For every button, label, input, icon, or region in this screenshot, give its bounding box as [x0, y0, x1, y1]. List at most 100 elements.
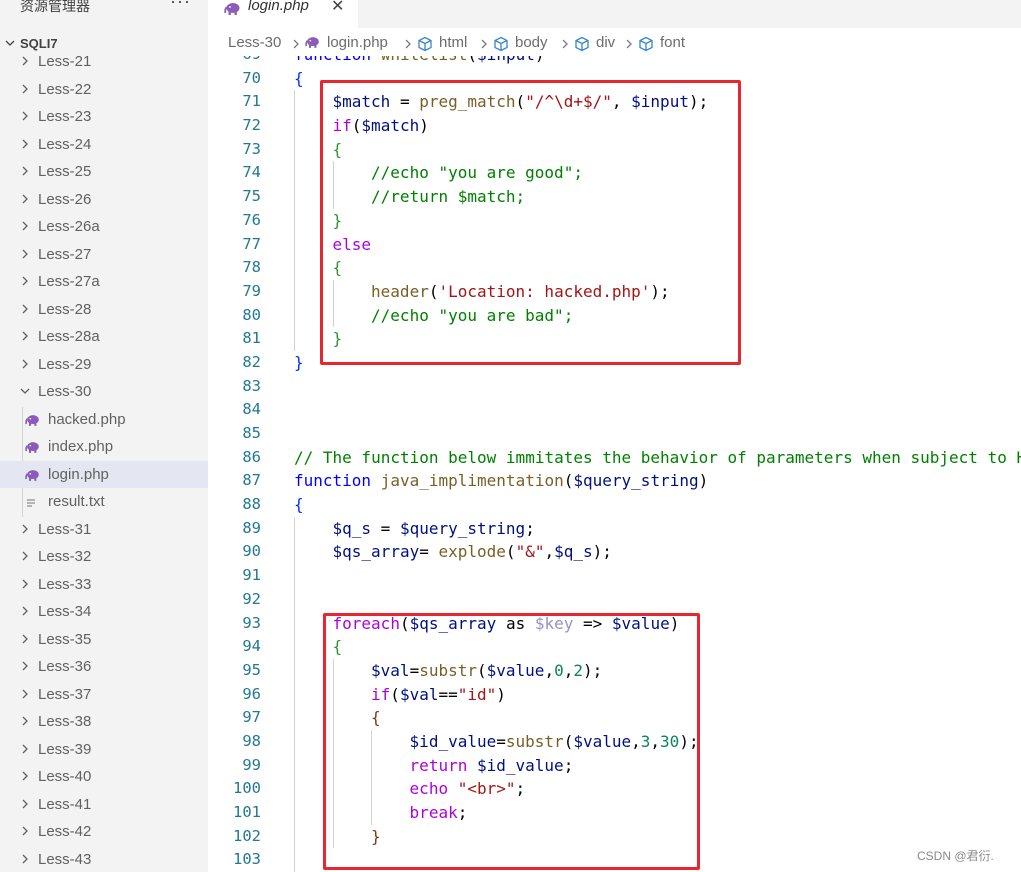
tree-item-label: Less-38	[38, 713, 92, 730]
tree-folder-less-33[interactable]: Less-33	[0, 571, 208, 599]
tree-folder-less-26a[interactable]: Less-26a	[0, 213, 208, 241]
tree-folder-less-41[interactable]: Less-41	[0, 791, 208, 819]
indent-guide	[294, 208, 295, 233]
breadcrumb-item-body[interactable]: body	[515, 34, 548, 51]
tree-folder-less-39[interactable]: Less-39	[0, 736, 208, 764]
tree-item-label: Less-42	[38, 823, 92, 840]
indent-guide	[294, 753, 295, 778]
chevron-right-icon	[22, 661, 28, 671]
tree-folder-less-27a[interactable]: Less-27a	[0, 268, 208, 296]
tab-login-php[interactable]: login.php ✕	[208, 0, 358, 28]
line-number: 101	[233, 803, 261, 821]
tree-item-label: Less-37	[38, 685, 92, 703]
tree-item-label: Less-36	[38, 658, 92, 675]
code-token: $query_string	[399, 518, 526, 538]
indent-guide	[294, 185, 295, 209]
code-line[interactable]: 86 // The function below immitates the be…	[208, 446, 1021, 470]
tree-folder-less-25[interactable]: Less-25	[0, 158, 208, 186]
code-line[interactable]: 89 $q_s = $query_string;	[208, 516, 1021, 541]
chevron-right-icon	[626, 39, 632, 49]
code-line[interactable]: 85	[208, 422, 1021, 446]
tree-folder-less-34[interactable]: Less-34	[0, 598, 208, 626]
code-line[interactable]: 87 function java_implimentation($query_st…	[208, 469, 1021, 493]
code-line[interactable]: 91	[208, 564, 1021, 588]
tree-folder-less-32[interactable]: Less-32	[0, 543, 208, 571]
tree-folder-less-21[interactable]: Less-21	[0, 48, 208, 76]
breadcrumb-item-font[interactable]: font	[660, 34, 685, 51]
php-elephant-icon	[305, 37, 319, 48]
code-token: }	[294, 352, 304, 372]
tree-item-label: Less-34	[38, 603, 92, 620]
tree-folder-less-24[interactable]: Less-24	[0, 131, 208, 159]
chevron-right-icon	[22, 579, 28, 588]
code-text: // The function below immitates the beha…	[294, 448, 1021, 467]
line-number: 95	[242, 660, 261, 679]
indent-guide	[294, 706, 295, 730]
tree-item-label: Less-26a	[38, 218, 100, 235]
code-line[interactable]: 88 {	[208, 493, 1021, 517]
tree-folder-less-31[interactable]: Less-31	[0, 516, 208, 544]
tree-folder-less-26[interactable]: Less-26	[0, 186, 208, 214]
tree-folder-less-23[interactable]: Less-23	[0, 103, 208, 131]
tree-file-login-php[interactable]: login.php	[0, 460, 208, 488]
line-number: 90	[242, 542, 261, 561]
code-token: "&"	[515, 542, 545, 562]
breadcrumb-item-login-php[interactable]: login.php	[327, 34, 388, 51]
chevron-right-icon	[22, 771, 28, 781]
tree-folder-less-42[interactable]: Less-42	[0, 818, 208, 846]
line-number: 77	[242, 234, 261, 253]
indent-guide	[294, 279, 295, 304]
close-icon[interactable]: ✕	[331, 0, 344, 16]
tree-folder-less-29[interactable]: Less-29	[0, 351, 208, 379]
chevron-right-icon	[562, 39, 568, 49]
tree-file-hacked-php[interactable]: hacked.php	[0, 406, 208, 434]
tree-folder-less-28a[interactable]: Less-28a	[0, 323, 208, 351]
chevron-right-icon	[22, 854, 28, 863]
breadcrumb-item-div[interactable]: div	[596, 34, 615, 51]
indent-guide	[294, 658, 295, 683]
tree-folder-less-43[interactable]: Less-43	[0, 846, 208, 872]
chevron-right-icon	[22, 304, 28, 313]
indent-guide	[294, 587, 295, 612]
tree-folder-less-40[interactable]: Less-40	[0, 763, 208, 791]
code-line[interactable]: 83	[208, 375, 1021, 399]
tree-folder-less-35[interactable]: Less-35	[0, 626, 208, 654]
line-number: 82	[242, 352, 261, 371]
cube-icon	[418, 36, 432, 52]
code-line[interactable]: 90 $qs_array= explode("&",$q_s);	[208, 540, 1021, 565]
indent-guide	[294, 90, 295, 115]
line-number: 99	[242, 755, 261, 774]
line-number: 96	[242, 684, 261, 703]
chevron-down-icon	[20, 388, 30, 394]
text-file-icon	[27, 499, 35, 507]
tree-folder-less-30[interactable]: Less-30	[0, 378, 208, 406]
tree-item-label: login.php	[48, 465, 109, 483]
chevron-right-icon	[22, 799, 28, 808]
tree-folder-less-28[interactable]: Less-28	[0, 296, 208, 324]
indent-guide	[294, 635, 295, 659]
indent-guide	[294, 114, 295, 138]
tree-folder-less-36[interactable]: Less-36	[0, 653, 208, 681]
tree-folder-less-27[interactable]: Less-27	[0, 241, 208, 269]
tree-file-result-txt[interactable]: result.txt	[0, 488, 208, 516]
code-line[interactable]: 84	[208, 398, 1021, 422]
breadcrumb-item-html[interactable]: html	[439, 34, 467, 51]
chevron-right-icon	[22, 331, 28, 341]
chevron-right-icon	[22, 744, 28, 753]
tree-folder-less-22[interactable]: Less-22	[0, 76, 208, 104]
cube-icon	[639, 36, 653, 52]
indent-guide	[294, 540, 295, 565]
tree-item-label: Less-24	[38, 135, 92, 153]
tree-folder-less-38[interactable]: Less-38	[0, 708, 208, 736]
more-actions-icon[interactable]: ···	[170, 0, 191, 12]
indent-guide	[294, 824, 295, 849]
tree-folder-less-37[interactable]: Less-37	[0, 681, 208, 709]
tree-item-label: Less-21	[38, 53, 92, 70]
code-token: // The function below immitates the beha…	[294, 447, 1021, 467]
code-line[interactable]: 69 function whitelist($input)	[208, 56, 1021, 67]
tree-item-label: Less-28a	[38, 328, 100, 345]
tree-file-index-php[interactable]: index.php	[0, 433, 208, 461]
breadcrumb-item-less-30[interactable]: Less-30	[228, 34, 281, 51]
code-line[interactable]: 92	[208, 587, 1021, 612]
